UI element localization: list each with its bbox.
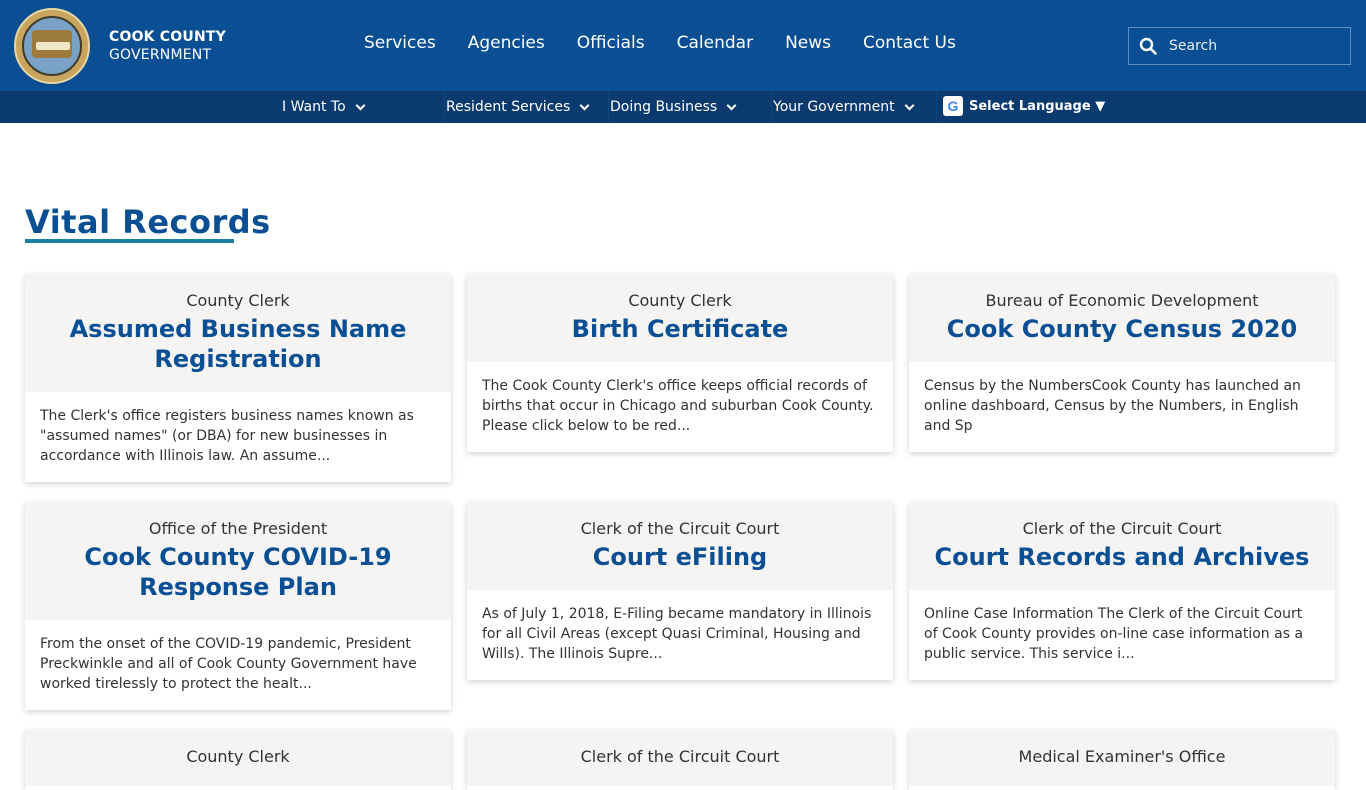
card-header: Clerk of the Circuit Court: [467, 730, 893, 786]
site-header: COOK COUNTY GOVERNMENT Services Agencies…: [0, 0, 1366, 91]
card-description: From the onset of the COVID-19 pandemic,…: [40, 636, 417, 692]
card-agency: County Clerk: [186, 747, 290, 766]
chevron-down-icon: [904, 100, 915, 110]
card-header: Office of the President Cook County COVI…: [25, 502, 451, 620]
brand-line-2: GOVERNMENT: [109, 47, 212, 63]
subnav-your-government[interactable]: Your Government: [773, 91, 915, 123]
card-agency: Clerk of the Circuit Court: [580, 519, 780, 538]
card-description: Census by the NumbersCook County has lau…: [924, 378, 1301, 434]
seal-ring: [22, 16, 82, 76]
nav-officials[interactable]: Officials: [577, 33, 645, 53]
subnav-doing-business[interactable]: Doing Business: [610, 91, 737, 123]
subnav-label: I Want To: [282, 99, 346, 115]
card-agency: Clerk of the Circuit Court: [1022, 519, 1222, 538]
subnav-divider: [936, 91, 937, 123]
nav-news[interactable]: News: [785, 33, 831, 53]
chevron-down-icon: [726, 100, 737, 110]
nav-contact-us[interactable]: Contact Us: [863, 33, 956, 53]
card-agency: Office of the President: [148, 519, 328, 538]
search-icon[interactable]: [1139, 37, 1157, 55]
card-header: County Clerk Birth Certificate: [467, 274, 893, 362]
subnav-label: Resident Services: [446, 99, 571, 115]
main-nav: Services Agencies Officials Calendar New…: [364, 33, 956, 53]
brand-name[interactable]: COOK COUNTY GOVERNMENT: [109, 28, 226, 64]
card-title[interactable]: Assumed Business Name Registration: [39, 314, 437, 374]
subnav-divider: [444, 91, 445, 123]
chevron-down-icon: [579, 100, 590, 110]
nav-services[interactable]: Services: [364, 33, 436, 53]
search-input[interactable]: [1169, 36, 1339, 56]
county-seal-logo[interactable]: [14, 8, 90, 84]
service-card[interactable]: Medical Examiner's Office: [909, 730, 1335, 790]
service-card[interactable]: Clerk of the Circuit Court Court Records…: [909, 502, 1335, 680]
card-agency: Clerk of the Circuit Court: [580, 747, 780, 766]
card-description: The Clerk's office registers business na…: [40, 408, 414, 464]
service-card[interactable]: Clerk of the Circuit Court Court eFiling…: [467, 502, 893, 680]
google-translate-icon: G: [943, 96, 963, 116]
card-title[interactable]: Court eFiling: [481, 542, 879, 572]
card-header: County Clerk Assumed Business Name Regis…: [25, 274, 451, 392]
subnav-resident-services[interactable]: Resident Services: [446, 91, 590, 123]
card-header: Clerk of the Circuit Court Court eFiling: [467, 502, 893, 590]
service-card[interactable]: County Clerk Birth Certificate The Cook …: [467, 274, 893, 452]
seal-banner: [36, 42, 70, 50]
search-box: [1128, 27, 1351, 65]
nav-calendar[interactable]: Calendar: [677, 33, 753, 53]
title-underline: [25, 239, 234, 243]
card-agency: County Clerk: [628, 291, 732, 310]
card-title[interactable]: Cook County COVID-19 Response Plan: [39, 542, 437, 602]
service-card[interactable]: County Clerk: [25, 730, 451, 790]
page-title: Vital Records: [25, 203, 271, 241]
chevron-down-icon: [355, 100, 366, 110]
subnav-label: Your Government: [773, 99, 895, 115]
secondary-nav: I Want To Resident Services Doing Busine…: [0, 91, 1366, 123]
card-description: As of July 1, 2018, E-Filing became mand…: [482, 606, 872, 662]
subnav-i-want-to[interactable]: I Want To: [282, 91, 366, 123]
card-title[interactable]: Birth Certificate: [481, 314, 879, 344]
card-agency: Bureau of Economic Development: [985, 291, 1259, 310]
subnav-divider: [771, 91, 772, 123]
card-description: Online Case Information The Clerk of the…: [924, 606, 1304, 662]
card-description: The Cook County Clerk's office keeps off…: [482, 378, 874, 434]
card-title[interactable]: Cook County Census 2020: [923, 314, 1321, 344]
card-header: Bureau of Economic Development Cook Coun…: [909, 274, 1335, 362]
card-agency: Medical Examiner's Office: [1018, 747, 1226, 766]
service-card[interactable]: Bureau of Economic Development Cook Coun…: [909, 274, 1335, 452]
card-agency: County Clerk: [186, 291, 290, 310]
subnav-label: Doing Business: [610, 99, 718, 115]
subnav-divider: [608, 91, 609, 123]
card-header: County Clerk: [25, 730, 451, 786]
service-card[interactable]: Office of the President Cook County COVI…: [25, 502, 451, 710]
nav-agencies[interactable]: Agencies: [468, 33, 545, 53]
card-header: Clerk of the Circuit Court Court Records…: [909, 502, 1335, 590]
card-title[interactable]: Court Records and Archives: [923, 542, 1321, 572]
service-card[interactable]: County Clerk Assumed Business Name Regis…: [25, 274, 451, 482]
language-selector[interactable]: G Select Language ▼: [943, 96, 1105, 116]
card-header: Medical Examiner's Office: [909, 730, 1335, 786]
brand-line-1: COOK COUNTY: [109, 29, 226, 45]
language-label: Select Language ▼: [969, 98, 1106, 114]
service-card[interactable]: Clerk of the Circuit Court: [467, 730, 893, 790]
